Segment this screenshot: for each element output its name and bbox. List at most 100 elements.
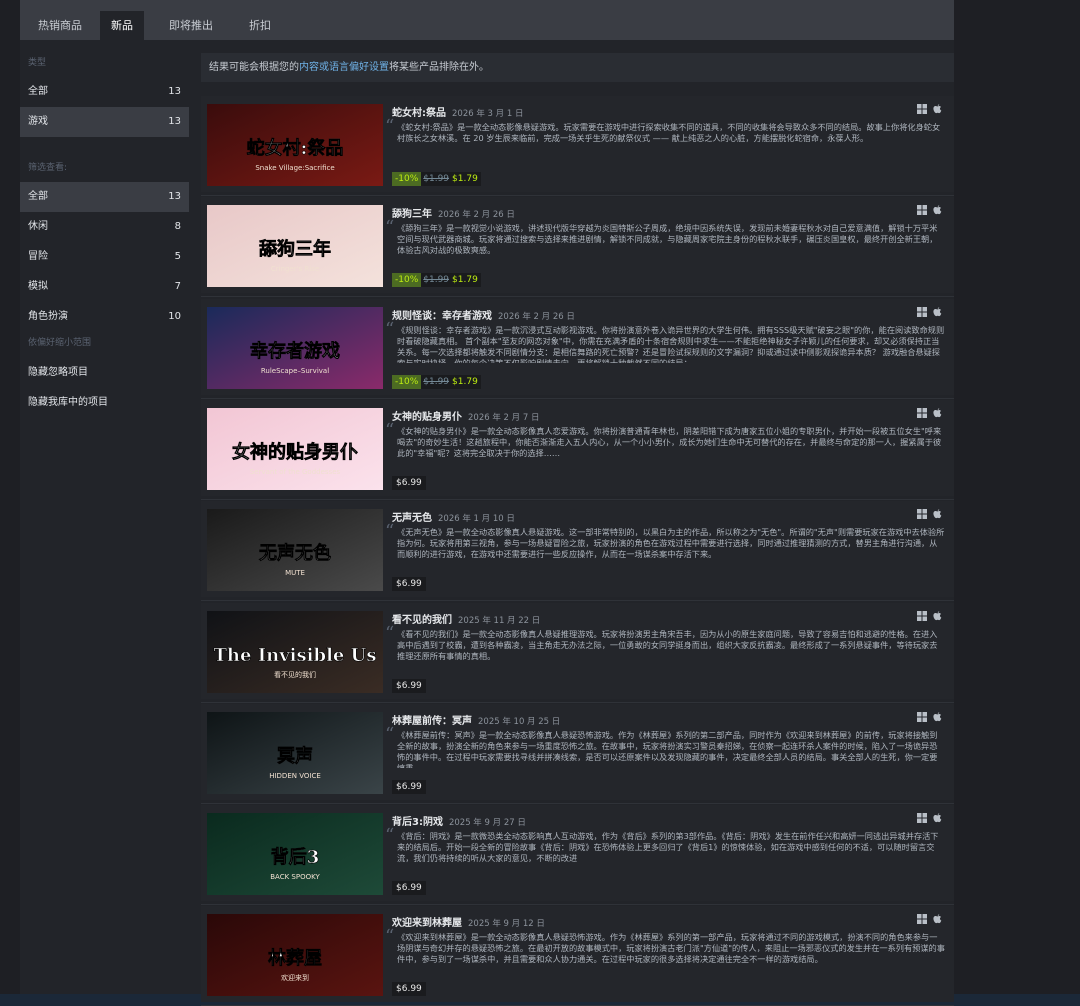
capsule-subtitle-art: BACK SPOOKY xyxy=(270,873,320,881)
windows-icon xyxy=(917,509,927,522)
game-name: 欢迎来到林葬屋 xyxy=(392,918,462,930)
game-row[interactable]: 女神的贴身男仆 Servant of the Goddesses 女神的贴身男仆 20… xyxy=(201,399,954,500)
game-capsule-image[interactable]: 舔狗三年 Cringer's Rise xyxy=(207,205,383,288)
quote-open-icon: “ xyxy=(385,318,395,340)
price-block: $6.99 xyxy=(392,881,426,896)
quote-open-icon: “ xyxy=(385,723,395,745)
game-capsule-image[interactable]: 无声无色 MUTE xyxy=(207,509,383,592)
game-name: 舔狗三年 xyxy=(392,209,432,221)
row-divider xyxy=(201,195,954,196)
apple-icon xyxy=(933,306,942,320)
apple-icon xyxy=(933,914,942,927)
hide-owned-option[interactable]: 隐藏我库中的项目 xyxy=(20,388,189,418)
capsule-subtitle-art: Servant of the Goddesses xyxy=(250,468,341,476)
release-date: 2025 年 10 月 25 日 xyxy=(478,716,561,727)
game-title[interactable]: 林葬屋前传：冥声 2025 年 10 月 25 日 xyxy=(392,712,560,727)
game-capsule-image[interactable]: 背后3 BACK SPOOKY xyxy=(207,813,383,896)
original-price: $1.99 xyxy=(423,174,450,184)
game-description: 《蛇女村:祭品》是一款全动态影像悬疑游戏。玩家需要在游戏中进行探索收集不同的道具… xyxy=(397,122,941,143)
apple-icon xyxy=(933,712,942,725)
game-title[interactable]: 蛇女村:祭品 2026 年 3 月 1 日 xyxy=(392,104,523,119)
filter-casual[interactable]: 休闲 8 xyxy=(20,212,189,242)
apple-icon xyxy=(933,408,942,421)
game-capsule-image[interactable]: 蛇女村:祭品 Snake Village:Sacrifice xyxy=(207,104,383,186)
filter-all[interactable]: 全部 13 xyxy=(20,182,189,212)
capsule-title-art: 林葬屋 xyxy=(268,947,322,969)
release-date: 2026 年 2 月 26 日 xyxy=(438,210,515,221)
filter-adventure[interactable]: 冒险 5 xyxy=(20,242,189,272)
type-games[interactable]: 游戏 13 xyxy=(20,107,189,137)
capsule-subtitle-art: HIDDEN VOICE xyxy=(269,772,321,780)
game-description: 《林葬屋前传：冥声》是一款全动态影像真人悬疑恐怖游戏。作为《林葬屋》系列的第二部… xyxy=(397,729,938,768)
capsule-subtitle-art: RuleScape–Survival xyxy=(261,367,329,375)
row-divider xyxy=(201,397,954,399)
game-title[interactable]: 女神的贴身男仆 2026 年 2 月 7 日 xyxy=(392,408,539,423)
type-label: 游戏 xyxy=(28,116,48,127)
game-title[interactable]: 舔狗三年 2026 年 2 月 26 日 xyxy=(392,205,515,220)
game-name: 看不见的我们 xyxy=(392,614,452,626)
quote-open-icon: “ xyxy=(385,926,395,948)
game-capsule-image[interactable]: The Invisible Us 看不见的我们 xyxy=(207,610,383,693)
game-name: 蛇女村:祭品 xyxy=(392,108,446,119)
release-date: 2026 年 3 月 1 日 xyxy=(452,109,524,119)
capsule-title-art: 女神的贴身男仆 xyxy=(232,441,358,463)
game-row[interactable]: The Invisible Us 看不见的我们 看不见的我们 2025 年 11 月 … xyxy=(201,602,954,703)
game-title[interactable]: 欢迎来到林葬屋 2025 年 9 月 12 日 xyxy=(392,914,545,929)
game-name: 规则怪谈：幸存者游戏 xyxy=(392,310,492,322)
filter-count: 13 xyxy=(168,191,181,202)
game-row[interactable]: 无声无色 MUTE 无声无色 2026 年 1 月 10 日 “《无声无色》是一款全动态… xyxy=(201,501,954,602)
windows-icon xyxy=(917,104,927,117)
price: $6.99 xyxy=(392,982,426,997)
capsule-title-art: The Invisible Us xyxy=(214,645,377,666)
game-row[interactable]: 林葬屋 欢迎来到 欢迎来到林葬屋 2025 年 9 月 12 日 “《欢迎来到林葬屋》是… xyxy=(201,906,954,1006)
game-row[interactable]: 背后3 BACK SPOOKY 背后3:阴戏 2025 年 9 月 27 日 “《背后：… xyxy=(201,805,954,906)
filter-simulation[interactable]: 模拟 7 xyxy=(20,272,189,302)
filter-label: 模拟 xyxy=(28,281,48,292)
price-block: -10% $1.99 $1.79 xyxy=(392,273,481,288)
quote-open-icon: “ xyxy=(385,622,395,644)
filter-rpg[interactable]: 角色扮演 10 xyxy=(20,302,189,332)
game-row[interactable]: 蛇女村:祭品 Snake Village:Sacrifice 蛇女村:祭品 2026 … xyxy=(201,96,954,196)
game-capsule-image[interactable]: 女神的贴身男仆 Servant of the Goddesses xyxy=(207,407,383,490)
game-description: 《欢迎来到林葬屋》是一款全动态影像真人悬疑恐怖游戏。作为《林葬屋》系列的第一部产… xyxy=(397,932,945,965)
game-row[interactable]: 冥声 HIDDEN VOICE 林葬屋前传：冥声 2025 年 10 月 25 日 “《… xyxy=(201,703,954,804)
game-capsule-image[interactable]: 幸存者游戏 RuleScape–Survival xyxy=(207,306,383,389)
tab-specials[interactable]: 折扣 xyxy=(238,11,282,40)
game-capsule-image[interactable]: 林葬屋 欢迎来到 xyxy=(207,914,383,997)
platform-icons xyxy=(911,711,942,725)
original-price: $1.99 xyxy=(423,275,450,286)
game-row[interactable]: 幸存者游戏 RuleScape–Survival 规则怪谈：幸存者游戏 2026 年 … xyxy=(201,298,954,399)
type-all[interactable]: 全部 13 xyxy=(20,77,189,107)
tab-new-releases[interactable]: 新品 xyxy=(100,11,144,40)
preference-heading: 依偏好缩小范围 xyxy=(28,338,92,348)
platform-icons xyxy=(911,813,942,826)
quote-open-icon: “ xyxy=(385,217,395,239)
price: $6.99 xyxy=(392,475,426,490)
price-block: $6.99 xyxy=(392,678,426,693)
capsule-subtitle-art: Snake Village:Sacrifice xyxy=(255,164,334,172)
row-divider xyxy=(201,296,954,298)
tab-bar: 热销商品 新品 即将推出 折扣 xyxy=(20,0,954,40)
game-title[interactable]: 背后3:阴戏 2025 年 9 月 27 日 xyxy=(392,813,526,828)
game-description: 《舔狗三年》是一款视觉小说游戏，讲述现代版华穿越为炎国特斯公子周成，绝境中因系统… xyxy=(397,223,938,256)
preferences-link[interactable]: 内容或语言偏好设置 xyxy=(299,62,389,73)
game-title[interactable]: 规则怪谈：幸存者游戏 2026 年 2 月 26 日 xyxy=(392,307,575,322)
platform-icons xyxy=(911,104,942,117)
capsule-subtitle-art: Cringer's Rise xyxy=(271,265,319,273)
game-row[interactable]: 舔狗三年 Cringer's Rise 舔狗三年 2026 年 2 月 26 日 “《舔… xyxy=(201,197,954,298)
game-name: 无声无色 xyxy=(392,513,432,525)
price-block: -10% $1.99 $1.79 xyxy=(392,172,481,186)
tab-upcoming[interactable]: 即将推出 xyxy=(156,11,226,40)
game-title[interactable]: 看不见的我们 2025 年 11 月 22 日 xyxy=(392,611,540,626)
capsule-title-art: 背后3 xyxy=(271,846,320,868)
game-capsule-image[interactable]: 冥声 HIDDEN VOICE xyxy=(207,711,383,794)
game-title[interactable]: 无声无色 2026 年 1 月 10 日 xyxy=(392,509,515,524)
price: $6.99 xyxy=(392,881,426,896)
platform-icons xyxy=(911,407,942,421)
apple-icon xyxy=(933,813,942,826)
hide-ignored-option[interactable]: 隐藏忽略项目 xyxy=(20,358,189,388)
capsule-subtitle-art: 欢迎来到 xyxy=(281,973,309,982)
quote-open-icon: “ xyxy=(385,116,395,137)
tab-top-sellers[interactable]: 热销商品 xyxy=(20,11,100,40)
game-description: 《规则怪谈：幸存者游戏》是一款沉浸式互动影视游戏。你将扮演意外卷入诡异世界的大学… xyxy=(397,324,945,363)
